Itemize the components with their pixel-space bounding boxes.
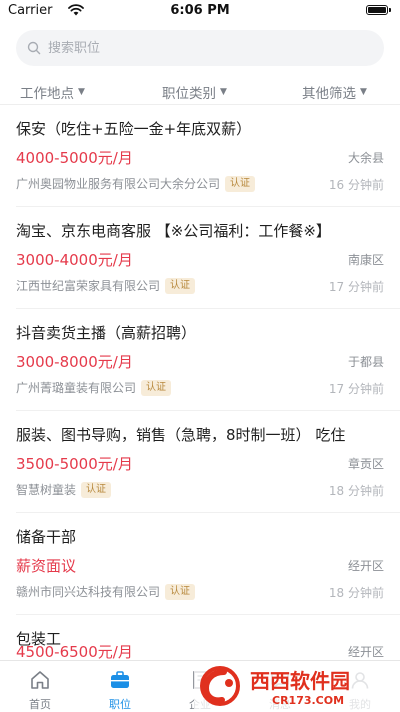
job-posted-time: 17 分钟前 <box>328 382 384 396</box>
tab-jobs[interactable]: 职位 <box>80 661 160 711</box>
job-list-item[interactable]: 保安（吃住+五险一金+年底双薪） 4000-5000元/月 大余县 广州奥园物业… <box>0 105 400 207</box>
job-title: 抖音卖货主播（高薪招聘） <box>16 324 197 342</box>
filter-location[interactable]: 工作地点 ▼ <box>20 82 85 102</box>
status-bar: Carrier 6:06 PM <box>0 0 400 22</box>
job-company: 智慧树童装 认证 <box>16 481 112 498</box>
filter-category[interactable]: 职位类别 ▼ <box>162 82 227 102</box>
filter-other-label: 其他筛选 <box>302 86 356 102</box>
message-icon <box>271 673 289 689</box>
building-icon <box>193 671 207 689</box>
job-list-item[interactable]: 储备干部 薪资面议 经开区 赣州市同兴达科技有限公司 认证 18 分钟前 <box>0 513 400 615</box>
job-title: 储备干部 <box>16 528 77 546</box>
verified-badge: 认证 <box>165 583 196 600</box>
job-location: 经开区 <box>347 645 384 659</box>
job-title: 保安（吃住+五险一金+年底双薪） <box>16 120 252 138</box>
company-name: 赣州市同兴达科技有限公司 <box>16 585 161 599</box>
caret-down-icon: ▼ <box>78 87 85 97</box>
company-name: 江西世纪富荣家具有限公司 <box>16 279 161 293</box>
tab-messages[interactable]: 消息 <box>240 661 320 711</box>
filter-category-label: 职位类别 <box>162 86 216 102</box>
job-location: 南康区 <box>347 253 384 267</box>
job-list-item[interactable]: 服装、图书导购，销售（急聘，8时制一班） 吃住 3500-5000元/月 章贡区… <box>0 411 400 513</box>
job-list-item[interactable]: 淘宝、京东电商客服 【※公司福利：工作餐※】 3000-4000元/月 南康区 … <box>0 207 400 309</box>
filter-other[interactable]: 其他筛选 ▼ <box>302 82 367 102</box>
tab-companies[interactable]: 企业 <box>160 661 240 711</box>
verified-badge: 认证 <box>81 481 112 498</box>
home-icon <box>31 671 49 689</box>
caret-down-icon: ▼ <box>220 87 227 97</box>
job-posted-time: 17 分钟前 <box>328 280 384 294</box>
job-salary: 3500-5000元/月 <box>16 455 133 473</box>
job-company: 赣州市同兴达科技有限公司 认证 <box>16 583 196 600</box>
job-location: 大余县 <box>347 151 384 165</box>
verified-badge: 认证 <box>165 277 196 294</box>
caret-down-icon: ▼ <box>360 87 367 97</box>
job-posted-time: 18 分钟前 <box>328 484 384 498</box>
company-name: 广州菁璐童装有限公司 <box>16 381 137 395</box>
job-title: 服装、图书导购，销售（急聘，8时制一班） 吃住 <box>16 426 346 444</box>
job-title: 淘宝、京东电商客服 【※公司福利：工作餐※】 <box>16 222 331 240</box>
tab-profile[interactable]: 我的 <box>320 661 400 711</box>
job-company: 广州奥园物业服务有限公司大余分公司 认证 <box>16 175 256 192</box>
search-bar[interactable] <box>16 30 384 66</box>
job-company: 广州菁璐童装有限公司 认证 <box>16 379 172 396</box>
tab-bar: 首页 职位 企业 消息 我的 <box>0 660 400 711</box>
job-company: 江西世纪富荣家具有限公司 认证 <box>16 277 196 294</box>
job-location: 经开区 <box>347 559 384 573</box>
job-location: 章贡区 <box>347 457 384 471</box>
job-salary: 4500-6500元/月 <box>16 643 133 660</box>
job-salary: 3000-4000元/月 <box>16 251 133 269</box>
filter-location-label: 工作地点 <box>20 86 74 102</box>
job-salary: 4000-5000元/月 <box>16 149 133 167</box>
job-salary: 3000-8000元/月 <box>16 353 133 371</box>
battery-icon <box>366 5 391 15</box>
job-list-item[interactable]: 抖音卖货主播（高薪招聘） 3000-8000元/月 于都县 广州菁璐童装有限公司… <box>0 309 400 411</box>
company-name: 广州奥园物业服务有限公司大余分公司 <box>16 177 221 191</box>
job-list-item[interactable]: 包装工 4500-6500元/月 经开区 <box>0 615 400 660</box>
company-name: 智慧树童装 <box>16 483 77 497</box>
search-input[interactable] <box>48 30 368 66</box>
clock-label: 6:06 PM <box>170 3 230 18</box>
profile-icon <box>351 672 369 689</box>
job-posted-time: 16 分钟前 <box>328 178 384 192</box>
tab-home[interactable]: 首页 <box>0 661 80 711</box>
search-icon <box>27 41 41 55</box>
briefcase-icon <box>111 671 129 688</box>
filter-bar: 工作地点 ▼ 职位类别 ▼ 其他筛选 ▼ <box>0 78 400 104</box>
job-salary: 薪资面议 <box>16 557 77 575</box>
verified-badge: 认证 <box>141 379 172 396</box>
job-posted-time: 18 分钟前 <box>328 586 384 600</box>
verified-badge: 认证 <box>225 175 256 192</box>
job-location: 于都县 <box>347 355 384 369</box>
